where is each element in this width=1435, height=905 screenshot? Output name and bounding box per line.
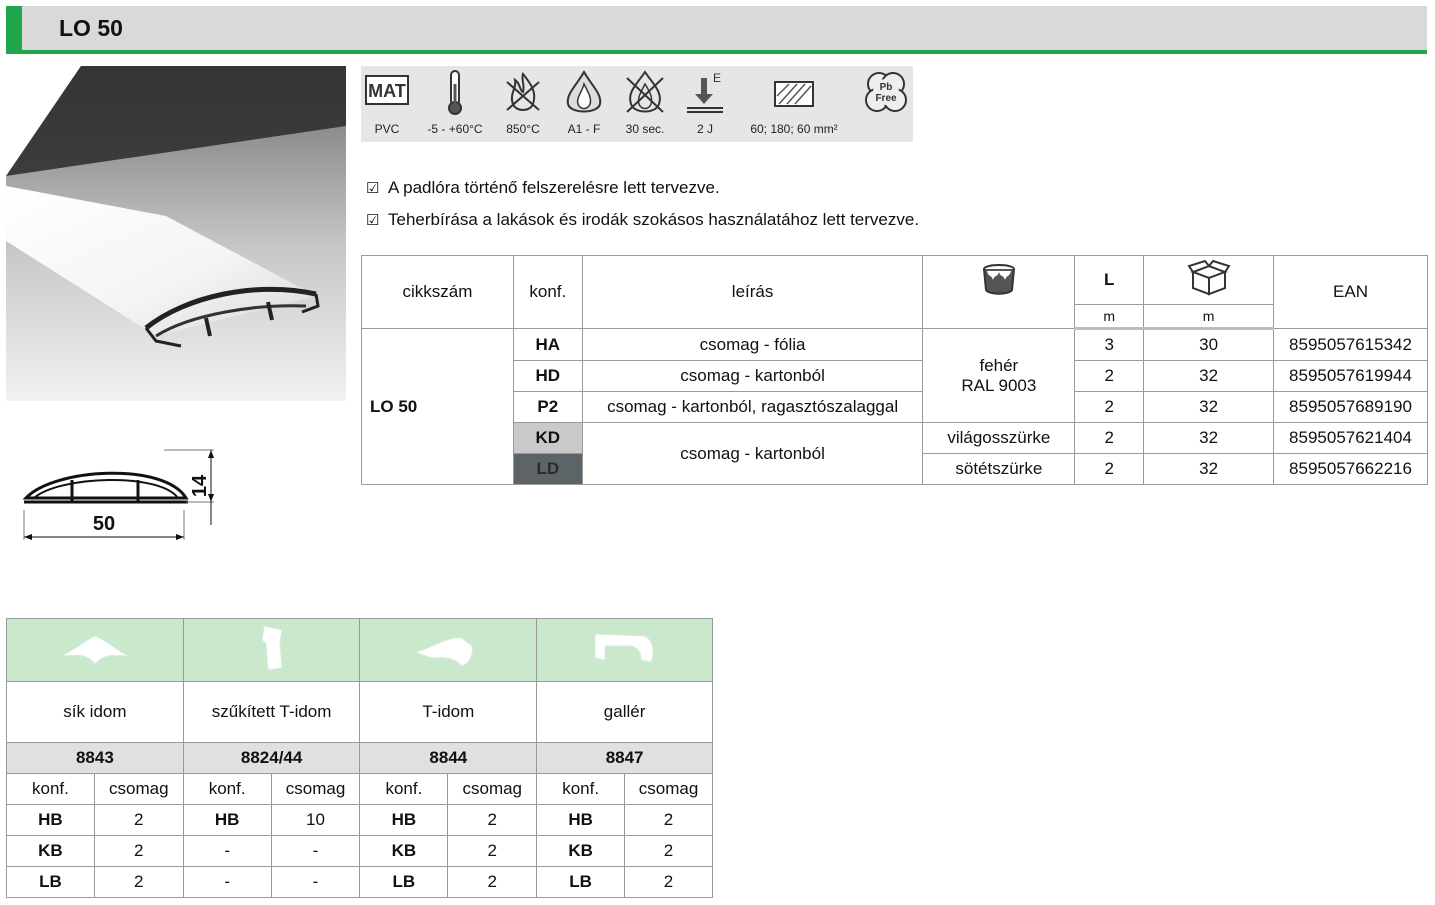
product-table: cikkszám konf. leírás L EAN m m LO 50 HA… [361,255,1428,485]
table-row: KB 2 - - KB 2 KB 2 [6,835,713,867]
page-header: LO 50 [6,6,1427,54]
accessory-name: T-idom [359,681,538,743]
product-photo [6,66,346,401]
cross-section-icon [774,81,814,107]
table-row: LB 2 - - LB 2 LB 2 [6,866,713,898]
glow-wire-label: 850°C [506,122,540,136]
svg-text:E: E [713,71,721,85]
color-dark: sötétszürke [922,453,1076,485]
accessory-number: 8824/44 [182,742,361,774]
svg-text:Pb: Pb [880,82,893,93]
checkbox-icon: ☑ [366,212,380,229]
flat-piece-image [6,618,184,682]
fire-icon [506,71,540,111]
svg-text:Free: Free [875,93,897,104]
svg-text:MAT: MAT [368,81,406,101]
fire-icon-cell: 850°C [501,70,545,136]
accessory-number: 8843 [6,742,184,774]
product-code: LO 50 [361,328,514,485]
table-row: HD csomag - kartonból 2 32 8595057619944 [362,360,1428,392]
feature-item: ☑ A padlóra történő felszerelésre lett t… [366,178,720,197]
table-row: LO 50 HA csomag - fólia fehér RAL 9003 3… [361,328,1428,485]
cross-section-label: 60; 180; 60 mm² [750,122,838,136]
reduced-t-piece-image [182,618,361,682]
flame-drop-icon [566,70,602,113]
header-accent-bar [6,6,22,54]
mat-icon: MAT [365,75,409,105]
fire-time-icon [626,70,664,113]
accessory-name: szűkített T-idom [182,681,361,743]
page-title: LO 50 [59,15,123,41]
t-piece-image [359,618,538,682]
header-box-unit: m [1143,304,1275,330]
property-icons: MAT PVC -5 - +60°C 850°C A1 - F 30 sec. … [361,66,913,142]
header-conf: konf. [512,255,583,329]
thermometer-icon [448,70,462,115]
impact-icon-cell: E 2 J [683,70,727,136]
header-length: L [1074,255,1145,305]
table-row: KD csomag - kartonból világosszürke 2 32… [362,422,1428,485]
checkbox-icon: ☑ [366,180,380,197]
header-desc: leírás [581,255,924,329]
temperature-label: -5 - +60°C [427,122,483,136]
impact-icon: E [687,71,723,113]
header-code: cikkszám [361,255,514,329]
pb-free-icon: Pb Free [865,72,907,112]
pb-free-icon-cell: Pb Free [859,70,913,118]
fire-class-label: A1 - F [567,122,601,136]
accessory-number: 8844 [359,742,538,774]
header-ean: EAN [1273,255,1428,329]
width-label: 50 [93,513,115,535]
color-white: fehér RAL 9003 [922,328,1076,423]
header-length-unit: m [1074,304,1145,330]
accessory-number: 8847 [536,742,713,774]
accessory-name: gallér [536,681,713,743]
impact-label: 2 J [696,122,714,136]
table-row: P2 csomag - kartonból, ragasztószalaggal… [362,391,1428,423]
cross-section-icon-cell: 60; 180; 60 mm² [749,70,839,136]
feature-list: ☑ A padlóra történő felszerelésre lett t… [366,172,919,236]
cross-section-drawing: 50 14 [14,440,234,550]
color-light: világosszürke [922,422,1076,454]
feature-item: ☑ Teherbírása a lakások és irodák szokás… [366,210,920,229]
flame-drop-icon-cell: A1 - F [561,70,607,136]
mat-icon-cell: MAT PVC [363,70,411,136]
collar-image [536,618,713,682]
thermometer-icon-cell: -5 - +60°C [427,70,483,136]
fire-time-label: 30 sec. [625,122,665,136]
table-row: HB 2 HB 10 HB 2 HB 2 [6,804,713,836]
box-icon [1143,255,1275,305]
fire-time-icon-cell: 30 sec. [621,70,669,136]
paint-bucket-icon [922,255,1076,329]
accessories-table: sík idom szűkített T-idom T-idom gallér … [6,618,713,898]
height-label: 14 [189,474,211,497]
mat-label: PVC [374,122,400,136]
accessory-name: sík idom [6,681,184,743]
